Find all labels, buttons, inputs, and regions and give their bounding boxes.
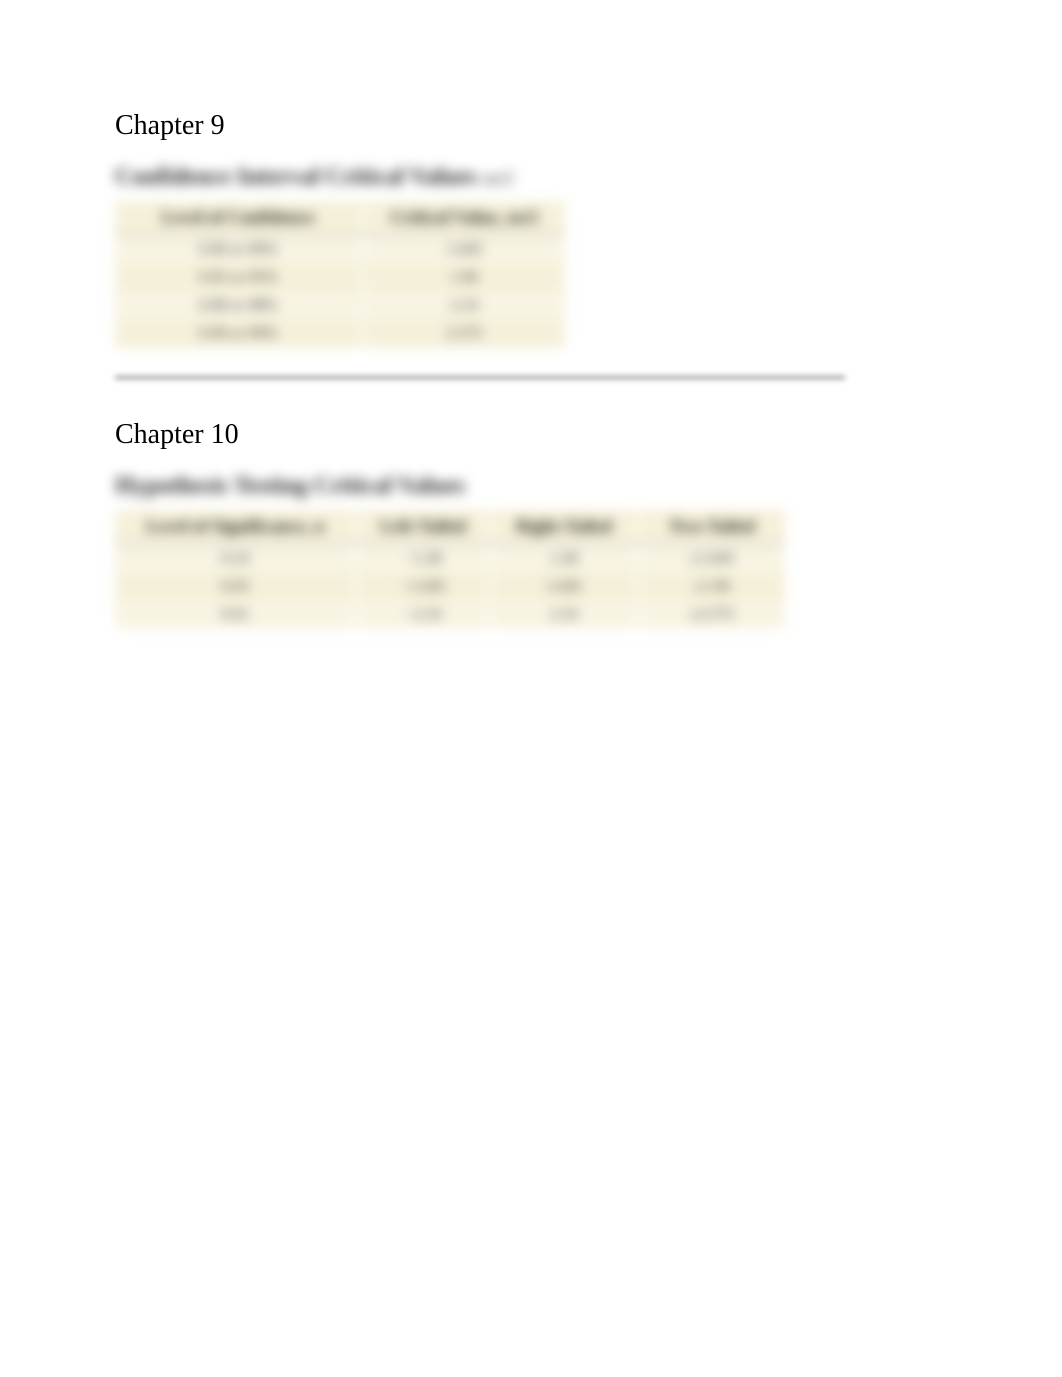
ht-cell: 2.33 (490, 601, 637, 629)
chapter-9-content: Confidence Interval Critical Values zα/2… (115, 164, 947, 348)
ht-cell: 1.645 (490, 573, 637, 601)
ci-cell: 0.90 or 90% (115, 235, 363, 264)
ht-header-sig: Level of Significance, α (115, 510, 356, 544)
hypothesis-testing-table: Level of Significance, α Left-Tailed Rig… (115, 510, 785, 629)
chapter-9-heading: Chapter 9 (115, 110, 947, 142)
ht-cell: −1.645 (356, 573, 490, 601)
ci-title: Confidence Interval Critical Values zα/2 (115, 164, 947, 191)
table-row: 0.05 −1.645 1.645 ±1.96 (115, 573, 785, 601)
ci-cell: 0.99 or 99% (115, 320, 363, 348)
ci-cell: 0.98 or 98% (115, 292, 363, 320)
ci-cell: 1.96 (363, 264, 566, 292)
ht-cell: 0.05 (115, 573, 356, 601)
ht-header-right: Right-Tailed (490, 510, 637, 544)
table-row: 0.95 or 95% 1.96 (115, 264, 565, 292)
ht-header-left: Left-Tailed (356, 510, 490, 544)
ci-cell: 2.33 (363, 292, 566, 320)
confidence-interval-table: Level of Confidence Critical Value, zα/2… (115, 201, 565, 348)
ht-cell: 0.10 (115, 544, 356, 573)
ci-cell: 2.575 (363, 320, 566, 348)
section-divider (115, 376, 845, 379)
ht-title-text: Hypothesis Testing Critical Values (115, 473, 465, 499)
table-row: 0.98 or 98% 2.33 (115, 292, 565, 320)
table-row: 0.01 −2.33 2.33 ±2.575 (115, 601, 785, 629)
ci-title-sub: zα/2 (483, 168, 513, 188)
ht-title: Hypothesis Testing Critical Values (115, 473, 947, 500)
ht-cell: 1.28 (490, 544, 637, 573)
ht-header-two: Two-Tailed (638, 510, 785, 544)
ci-cell: 0.95 or 95% (115, 264, 363, 292)
ht-cell: ±1.645 (638, 544, 785, 573)
ht-cell: ±1.96 (638, 573, 785, 601)
ci-cell: 1.645 (363, 235, 566, 264)
ci-header-level: Level of Confidence (115, 201, 363, 235)
ht-cell: 0.01 (115, 601, 356, 629)
ci-title-text: Confidence Interval Critical Values (115, 164, 477, 190)
chapter-10-content: Hypothesis Testing Critical Values Level… (115, 473, 947, 629)
table-row: 0.10 −1.28 1.28 ±1.645 (115, 544, 785, 573)
ht-cell: −1.28 (356, 544, 490, 573)
ht-cell: −2.33 (356, 601, 490, 629)
chapter-10-heading: Chapter 10 (115, 419, 947, 451)
ci-header-value: Critical Value, zα/2 (363, 201, 566, 235)
table-row: 0.99 or 99% 2.575 (115, 320, 565, 348)
table-row: 0.90 or 90% 1.645 (115, 235, 565, 264)
ht-cell: ±2.575 (638, 601, 785, 629)
